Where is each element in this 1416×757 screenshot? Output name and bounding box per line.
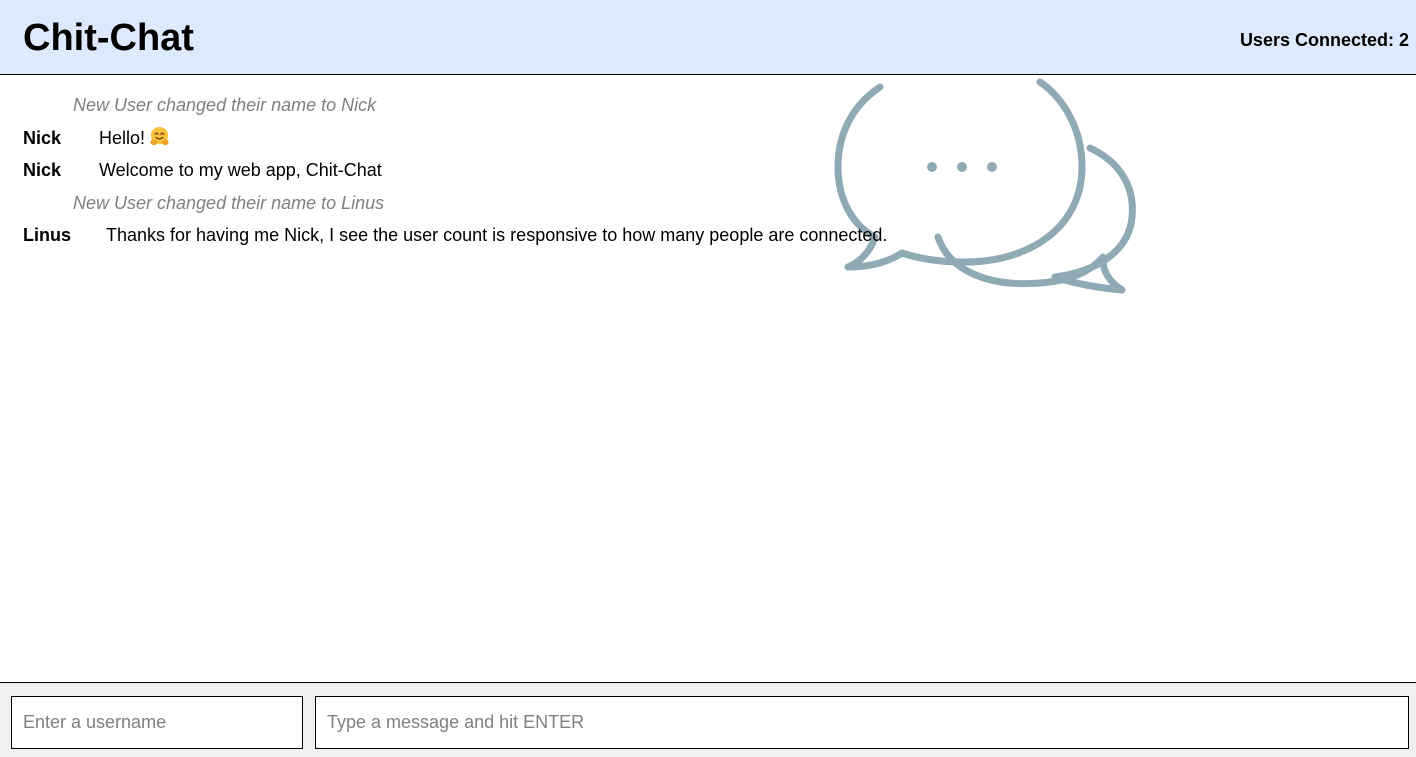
app-title: Chit-Chat — [23, 17, 194, 59]
hugging-face-icon — [150, 126, 169, 145]
message-username: Nick — [23, 127, 62, 148]
system-message-text: New User changed their name to Linus — [73, 192, 385, 213]
message-list: New User changed their name to Nick Nick… — [0, 92, 1416, 255]
message-text: Thanks for having me Nick, I see the use… — [106, 225, 888, 245]
input-bar — [0, 682, 1416, 757]
header-bar: Chit-Chat Users Connected: 2 — [0, 0, 1416, 75]
message-input[interactable] — [315, 696, 1409, 749]
chat-message: Nick Hello! — [0, 125, 1416, 158]
chat-area[interactable]: New User changed their name to Nick Nick… — [0, 75, 1416, 682]
system-message: New User changed their name to Linus — [0, 190, 1416, 223]
username-input[interactable] — [11, 696, 303, 749]
users-connected-count: Users Connected: 2 — [1239, 30, 1409, 50]
message-text: Welcome to my web app, Chit-Chat — [99, 160, 382, 180]
system-message: New User changed their name to Nick — [0, 92, 1416, 125]
chat-message: Nick Welcome to my web app, Chit-Chat — [0, 157, 1416, 190]
chat-message: Linus Thanks for having me Nick, I see t… — [0, 222, 1416, 255]
system-message-text: New User changed their name to Nick — [73, 95, 377, 115]
chat-app: Chit-Chat Users Connected: 2 New User ch… — [0, 0, 1416, 757]
message-username: Nick — [23, 160, 62, 180]
message-username: Linus — [23, 225, 71, 245]
message-text: Hello! — [99, 127, 146, 148]
message-text-wrap: Hello! — [99, 125, 170, 151]
